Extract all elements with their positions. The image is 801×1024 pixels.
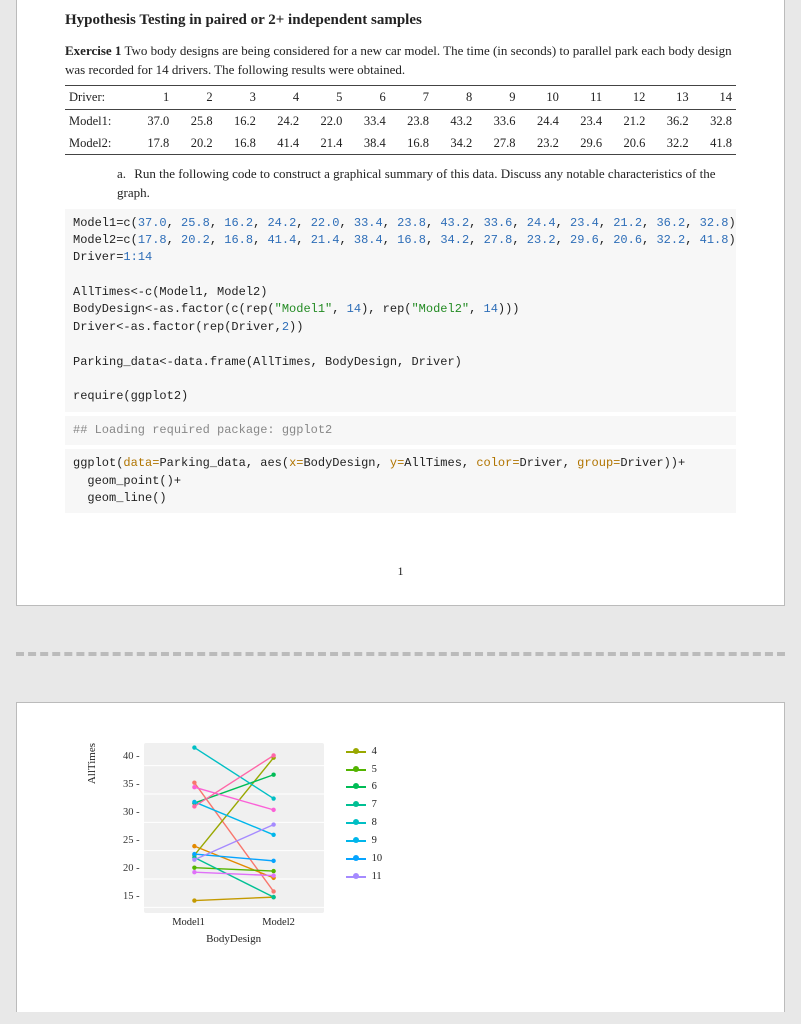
table-cell: 38.4	[346, 132, 389, 155]
chart-x-tick: Model2	[262, 915, 295, 930]
table-cell: 43.2	[433, 109, 476, 132]
table-cell: 32.2	[649, 132, 692, 155]
table-cell: 23.2	[520, 132, 563, 155]
chart-legend: 4567891011	[346, 743, 383, 886]
page-number: 1	[65, 563, 736, 580]
legend-swatch-icon	[346, 804, 366, 806]
chart-y-tick: 40 -	[123, 743, 144, 771]
legend-label: 6	[372, 778, 377, 796]
table-cell: 41.8	[693, 132, 736, 155]
table-cell: 24.2	[260, 109, 303, 132]
table-cell: 41.4	[260, 132, 303, 155]
legend-swatch-icon	[346, 769, 366, 771]
page-title: Hypothesis Testing in paired or 2+ indep…	[65, 10, 736, 32]
legend-swatch-icon	[346, 858, 366, 860]
table-cell: 36.2	[649, 109, 692, 132]
chart-legend-item: 6	[346, 778, 383, 796]
table-cell: 16.2	[217, 109, 260, 132]
page-separator	[16, 652, 785, 656]
code-output-1: ## Loading required package: ggplot2	[65, 416, 736, 445]
chart-panel-column: Model1 Model2 BodyDesign	[144, 743, 324, 948]
legend-label: 5	[372, 761, 377, 779]
legend-label: 9	[372, 832, 377, 850]
table-header-label: Driver:	[65, 86, 130, 109]
chart-legend-item: 10	[346, 850, 383, 868]
table-cell-label: Model1:	[65, 109, 130, 132]
table-header-row: Driver: 1 2 3 4 5 6 7 8 9 10 11 12 13 14	[65, 86, 736, 109]
table-cell: 22.0	[303, 109, 346, 132]
sublist-letter: a.	[117, 165, 131, 184]
sublist-text: Run the following code to construct a gr…	[117, 166, 715, 200]
legend-label: 8	[372, 814, 377, 832]
legend-label: 4	[372, 743, 377, 761]
legend-label: 11	[372, 868, 382, 886]
chart-panel	[144, 743, 324, 913]
table-cell: 33.4	[346, 109, 389, 132]
legend-swatch-icon	[346, 786, 366, 788]
chart-y-tick: 25 -	[123, 827, 144, 855]
table-cell: 23.4	[563, 109, 606, 132]
table-cell: 29.6	[563, 132, 606, 155]
table-cell: 20.6	[606, 132, 649, 155]
table-row: Model1:37.025.816.224.222.033.423.843.23…	[65, 109, 736, 132]
document-page-2: AllTimes 40 -35 -30 -25 -20 -15 - Model1…	[16, 702, 785, 1012]
chart-legend-item: 7	[346, 796, 383, 814]
chart-x-axis: Model1 Model2	[144, 913, 324, 930]
table-cell: 32.8	[693, 109, 736, 132]
chart-legend-item: 5	[346, 761, 383, 779]
legend-label: 7	[372, 796, 377, 814]
sublist-item-a: a. Run the following code to construct a…	[117, 165, 736, 203]
table-cell: 17.8	[130, 132, 173, 155]
legend-swatch-icon	[346, 876, 366, 878]
exercise-text: Two body designs are being considered fo…	[65, 43, 732, 77]
table-cell: 25.8	[173, 109, 216, 132]
chart-y-tick: 30 -	[123, 799, 144, 827]
chart-plot-area: 40 -35 -30 -25 -20 -15 - Model1 Model2 B…	[123, 743, 324, 948]
chart-y-axis: 40 -35 -30 -25 -20 -15 -	[123, 743, 144, 911]
table-cell: 33.6	[476, 109, 519, 132]
table-cell: 23.8	[390, 109, 433, 132]
code-block-1: Model1=c(37.0, 25.8, 16.2, 24.2, 22.0, 3…	[65, 209, 736, 412]
legend-swatch-icon	[346, 751, 366, 753]
table-cell: 34.2	[433, 132, 476, 155]
chart-x-axis-title: BodyDesign	[144, 930, 324, 948]
exercise-label: Exercise 1	[65, 43, 121, 58]
legend-label: 10	[372, 850, 383, 868]
table-cell: 16.8	[217, 132, 260, 155]
exercise-paragraph: Exercise 1 Two body designs are being co…	[65, 42, 736, 80]
chart-y-tick: 20 -	[123, 855, 144, 883]
chart-legend-item: 11	[346, 868, 383, 886]
chart-y-tick: 15 -	[123, 883, 144, 911]
table-cell: 21.2	[606, 109, 649, 132]
table-cell: 24.4	[520, 109, 563, 132]
table-cell: 20.2	[173, 132, 216, 155]
chart-y-axis-title: AllTimes	[85, 743, 101, 784]
table-cell: 37.0	[130, 109, 173, 132]
chart-container: AllTimes 40 -35 -30 -25 -20 -15 - Model1…	[85, 743, 736, 948]
table-cell: 27.8	[476, 132, 519, 155]
chart-y-tick: 35 -	[123, 771, 144, 799]
chart-x-tick: Model1	[172, 915, 205, 930]
legend-swatch-icon	[346, 822, 366, 824]
table-cell-label: Model2:	[65, 132, 130, 155]
table-cell: 21.4	[303, 132, 346, 155]
data-table: Driver: 1 2 3 4 5 6 7 8 9 10 11 12 13 14…	[65, 85, 736, 154]
table-cell: 16.8	[390, 132, 433, 155]
document-page-1: Hypothesis Testing in paired or 2+ indep…	[16, 0, 785, 606]
legend-swatch-icon	[346, 840, 366, 842]
chart-legend-item: 9	[346, 832, 383, 850]
code-block-2: ggplot(data=Parking_data, aes(x=BodyDesi…	[65, 449, 736, 513]
table-row: Model2:17.820.216.841.421.438.416.834.22…	[65, 132, 736, 155]
chart-legend-item: 8	[346, 814, 383, 832]
chart-legend-item: 4	[346, 743, 383, 761]
